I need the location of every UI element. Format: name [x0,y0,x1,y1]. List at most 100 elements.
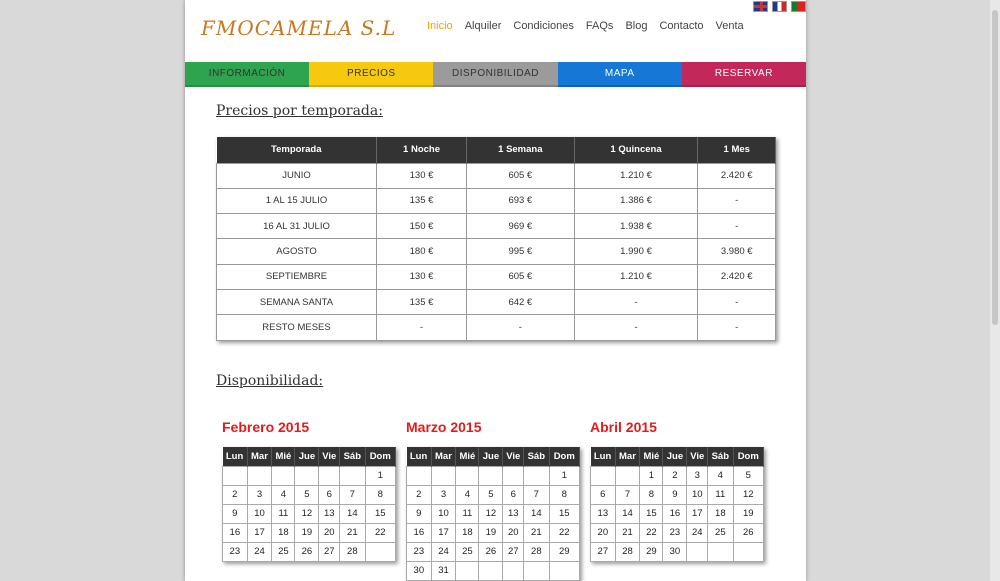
calendar-day[interactable]: 20 [318,522,341,543]
calendar-day[interactable]: 28 [339,541,366,562]
scrollbar[interactable] [990,0,1000,581]
calendar-day[interactable]: 8 [364,484,396,505]
tab-precios[interactable]: PRECIOS [309,62,434,87]
calendar-day[interactable]: 23 [222,541,248,562]
calendar-day[interactable]: 17 [430,522,457,543]
calendar-day[interactable]: 20 [502,522,525,543]
calendar-day[interactable]: 11 [271,503,296,524]
calendar-day[interactable]: 2 [662,465,688,486]
calendar-day[interactable]: 22 [639,522,664,543]
calendar-day[interactable]: 6 [590,484,616,505]
calendar-day[interactable]: 24 [430,541,457,562]
calendar-day[interactable]: 8 [548,484,580,505]
calendar-day[interactable]: 27 [590,541,616,562]
tab-mapa[interactable]: MAPA [557,62,682,87]
calendar-day[interactable]: 9 [222,503,248,524]
calendar-day[interactable]: 5 [294,484,320,505]
calendar-day[interactable]: 2 [222,484,248,505]
calendar-day[interactable]: 21 [339,522,366,543]
calendar-day[interactable]: 12 [294,503,320,524]
calendar-day[interactable]: 2 [406,484,432,505]
calendar-day[interactable]: 19 [732,503,764,524]
calendar-day[interactable]: 18 [271,522,296,543]
calendar-day[interactable]: 14 [339,503,366,524]
calendar-day[interactable]: 1 [548,465,580,486]
calendar-day[interactable]: 16 [222,522,248,543]
calendar-day[interactable]: 29 [548,541,580,562]
nav-faqs[interactable]: FAQs [580,20,620,32]
calendar-day[interactable]: 15 [548,503,580,524]
calendar-day[interactable]: 26 [478,541,504,562]
calendar-day[interactable]: 28 [614,541,641,562]
calendar-day[interactable]: 11 [455,503,480,524]
calendar-day[interactable]: 17 [686,503,709,524]
calendar-day[interactable]: 29 [639,541,664,562]
calendar-day[interactable]: 25 [707,522,734,543]
calendar-day[interactable]: 21 [523,522,550,543]
calendar-day[interactable]: 26 [732,522,764,543]
site-logo[interactable]: FMOCAMELA S.L [201,16,396,40]
calendar-day[interactable]: 27 [502,541,525,562]
calendar-day[interactable]: 21 [614,522,641,543]
calendar-day[interactable]: 8 [639,484,664,505]
calendar-day[interactable]: 3 [686,465,709,486]
calendar-day[interactable]: 10 [430,503,457,524]
calendar-day[interactable]: 10 [686,484,709,505]
calendar-day[interactable]: 4 [271,484,296,505]
calendar-day[interactable]: 23 [406,541,432,562]
calendar-day[interactable]: 3 [246,484,273,505]
french-flag-icon[interactable] [772,1,787,12]
calendar-day[interactable]: 18 [455,522,480,543]
calendar-day[interactable]: 30 [406,560,432,581]
calendar-day[interactable]: 27 [318,541,341,562]
calendar-day[interactable]: 7 [523,484,550,505]
nav-alquiler[interactable]: Alquiler [459,20,508,32]
calendar-day[interactable]: 30 [662,541,688,562]
scrollbar-thumb[interactable] [992,10,998,325]
nav-condiciones[interactable]: Condiciones [507,20,580,32]
calendar-day[interactable]: 5 [732,465,764,486]
calendar-day[interactable]: 1 [639,465,664,486]
calendar-day[interactable]: 6 [502,484,525,505]
calendar-day[interactable]: 4 [707,465,734,486]
tab-reservar[interactable]: RESERVAR [681,62,806,87]
calendar-day[interactable]: 9 [662,484,688,505]
calendar-day[interactable]: 19 [478,522,504,543]
calendar-day[interactable]: 24 [686,522,709,543]
calendar-day[interactable]: 11 [707,484,734,505]
calendar-day[interactable]: 16 [662,503,688,524]
calendar-day[interactable]: 24 [246,541,273,562]
calendar-day[interactable]: 16 [406,522,432,543]
calendar-day[interactable]: 25 [455,541,480,562]
english-flag-icon[interactable] [753,1,768,12]
tab-disponibilidad[interactable]: DISPONIBILIDAD [433,62,558,87]
calendar-day[interactable]: 14 [614,503,641,524]
calendar-day[interactable]: 23 [662,522,688,543]
calendar-day[interactable]: 13 [318,503,341,524]
nav-contacto[interactable]: Contacto [653,20,709,32]
portuguese-flag-icon[interactable] [791,1,806,12]
calendar-day[interactable]: 15 [364,503,396,524]
tab-información[interactable]: INFORMACIÓN [185,62,310,87]
calendar-day[interactable]: 6 [318,484,341,505]
calendar-day[interactable]: 7 [339,484,366,505]
calendar-day[interactable]: 13 [502,503,525,524]
calendar-day[interactable]: 4 [455,484,480,505]
calendar-day[interactable]: 10 [246,503,273,524]
calendar-day[interactable]: 12 [478,503,504,524]
calendar-day[interactable]: 15 [639,503,664,524]
calendar-day[interactable]: 5 [478,484,504,505]
calendar-day[interactable]: 26 [294,541,320,562]
calendar-day[interactable]: 12 [732,484,764,505]
calendar-day[interactable]: 17 [246,522,273,543]
nav-venta[interactable]: Venta [710,20,750,32]
calendar-day[interactable]: 25 [271,541,296,562]
calendar-day[interactable]: 31 [430,560,457,581]
calendar-day[interactable]: 19 [294,522,320,543]
calendar-day[interactable]: 3 [430,484,457,505]
calendar-day[interactable]: 22 [364,522,396,543]
nav-blog[interactable]: Blog [619,20,653,32]
calendar-day[interactable]: 7 [614,484,641,505]
calendar-day[interactable]: 1 [364,465,396,486]
calendar-day[interactable]: 22 [548,522,580,543]
